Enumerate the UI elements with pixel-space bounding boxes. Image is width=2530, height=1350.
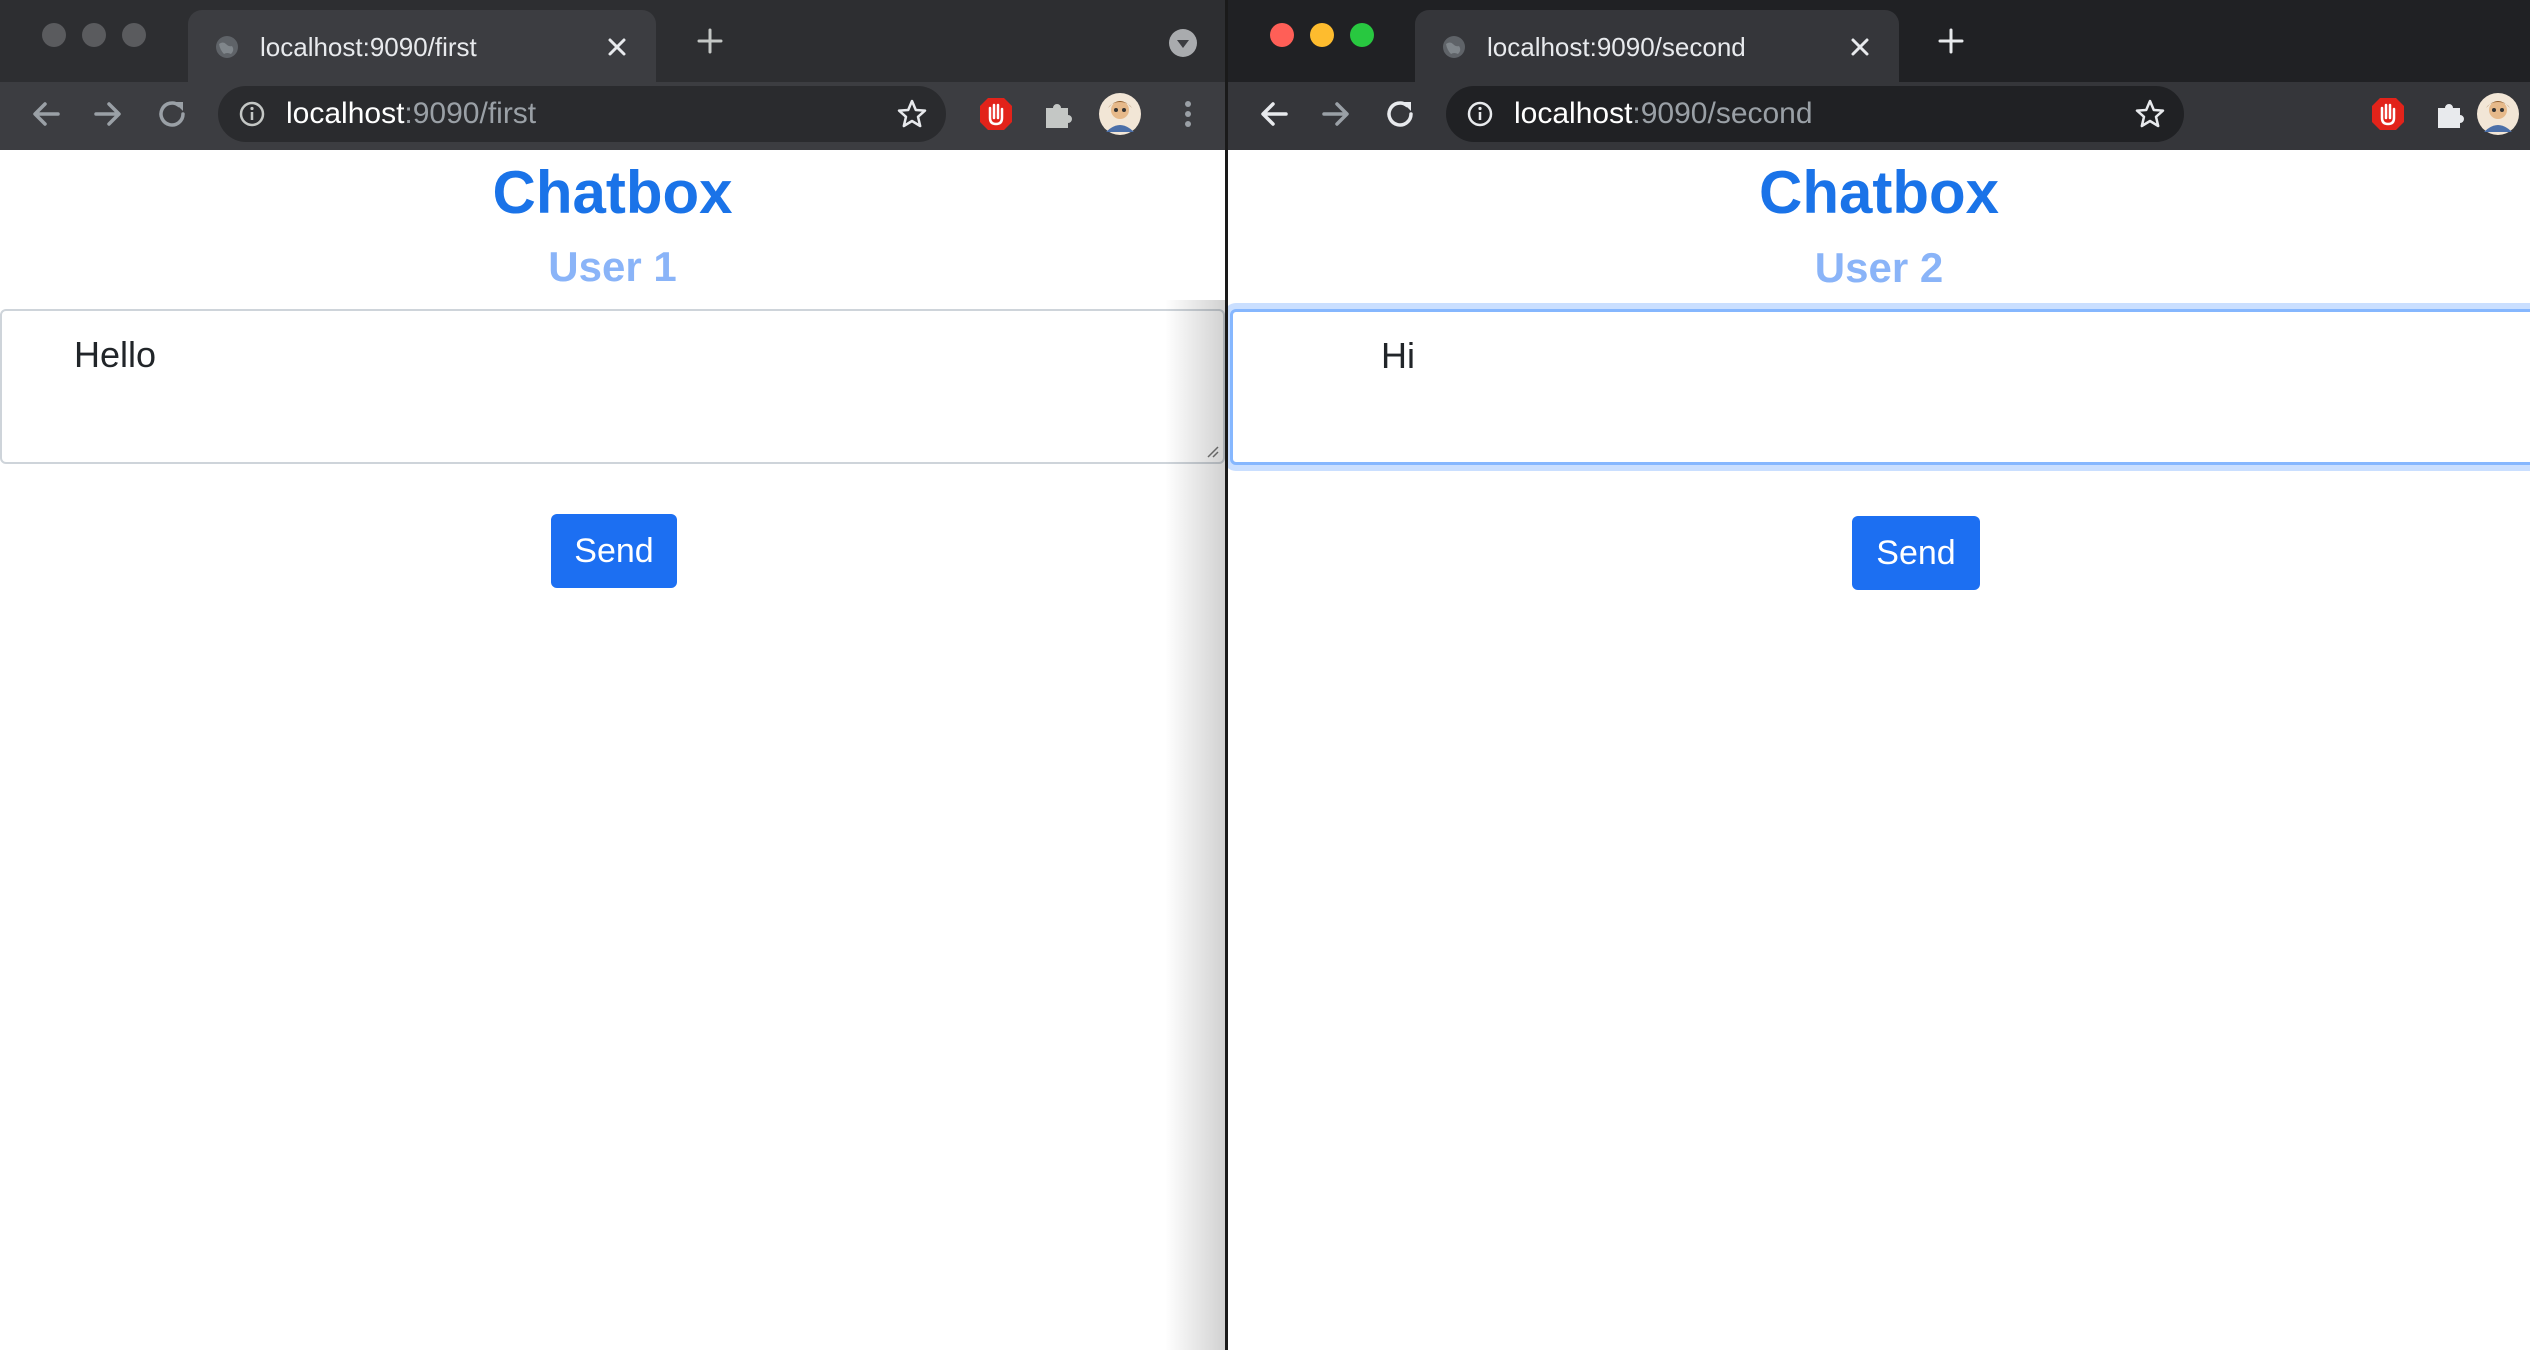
message-textarea[interactable]: Hi [1230, 309, 2530, 465]
close-icon[interactable] [1845, 32, 1875, 62]
close-window-light[interactable] [42, 23, 66, 47]
tab-search-icon[interactable] [1168, 28, 1198, 58]
plus-icon[interactable] [695, 26, 725, 56]
url-host: localhost [286, 97, 405, 130]
forward-arrow-icon[interactable] [88, 94, 128, 134]
puzzle-icon[interactable] [2430, 94, 2470, 134]
minimize-window-light[interactable] [82, 23, 106, 47]
message-text: Hello [74, 334, 157, 375]
avatar[interactable] [2476, 92, 2520, 136]
back-arrow-icon[interactable] [1254, 94, 1294, 134]
zoom-window-light[interactable] [1350, 23, 1374, 47]
browser-window-second: localhost:9090/second localhost:9090/sec… [1228, 0, 2530, 1350]
address-bar[interactable]: localhost:9090/second [1446, 86, 2184, 142]
page-content: Chatbox User 2 Hi Send [1228, 150, 2530, 1350]
info-icon[interactable] [1466, 100, 1494, 128]
reload-icon[interactable] [152, 94, 192, 134]
url-path: :9090/second [1632, 97, 1813, 130]
send-button[interactable]: Send [551, 514, 677, 588]
message-textarea[interactable]: Hello [0, 309, 1225, 464]
globe-icon [216, 36, 238, 58]
star-icon[interactable] [2134, 98, 2166, 130]
minimize-window-light[interactable] [1310, 23, 1334, 47]
close-icon[interactable] [602, 32, 632, 62]
user-label: User 2 [1814, 244, 1944, 291]
send-button[interactable]: Send [1852, 516, 1980, 590]
page-title: Chatbox [492, 159, 733, 226]
window-shadow [1165, 300, 1225, 1350]
tab-title: localhost:9090/second [1487, 32, 1746, 62]
url-host: localhost [1514, 97, 1633, 130]
tab-title: localhost:9090/first [260, 32, 477, 62]
tab-first[interactable]: localhost:9090/first [188, 10, 656, 82]
plus-icon[interactable] [1936, 26, 1966, 56]
browser-window-first: localhost:9090/first localhost:9090/firs… [0, 0, 1228, 1350]
page-content: Chatbox User 1 Hello Send [0, 150, 1225, 1350]
page-title: Chatbox [1759, 159, 1999, 226]
adblock-icon[interactable] [976, 94, 1016, 134]
zoom-window-light[interactable] [122, 23, 146, 47]
message-text: Hi [1381, 335, 1415, 376]
tab-second[interactable]: localhost:9090/second [1415, 10, 1899, 82]
close-window-light[interactable] [1270, 23, 1294, 47]
url-path: :9090/first [404, 97, 537, 130]
url-text: localhost:9090/first [286, 96, 536, 132]
puzzle-icon[interactable] [1038, 94, 1078, 134]
back-arrow-icon[interactable] [26, 94, 66, 134]
url-text: localhost:9090/second [1514, 96, 1813, 132]
adblock-icon[interactable] [2368, 94, 2408, 134]
address-bar[interactable]: localhost:9090/first [218, 86, 946, 142]
globe-icon [1443, 36, 1465, 58]
kebab-menu-icon[interactable] [1168, 94, 1208, 134]
info-icon[interactable] [238, 100, 266, 128]
reload-icon[interactable] [1380, 94, 1420, 134]
avatar[interactable] [1098, 92, 1142, 136]
user-label: User 1 [548, 243, 677, 290]
forward-arrow-icon[interactable] [1316, 94, 1356, 134]
star-icon[interactable] [896, 98, 928, 130]
